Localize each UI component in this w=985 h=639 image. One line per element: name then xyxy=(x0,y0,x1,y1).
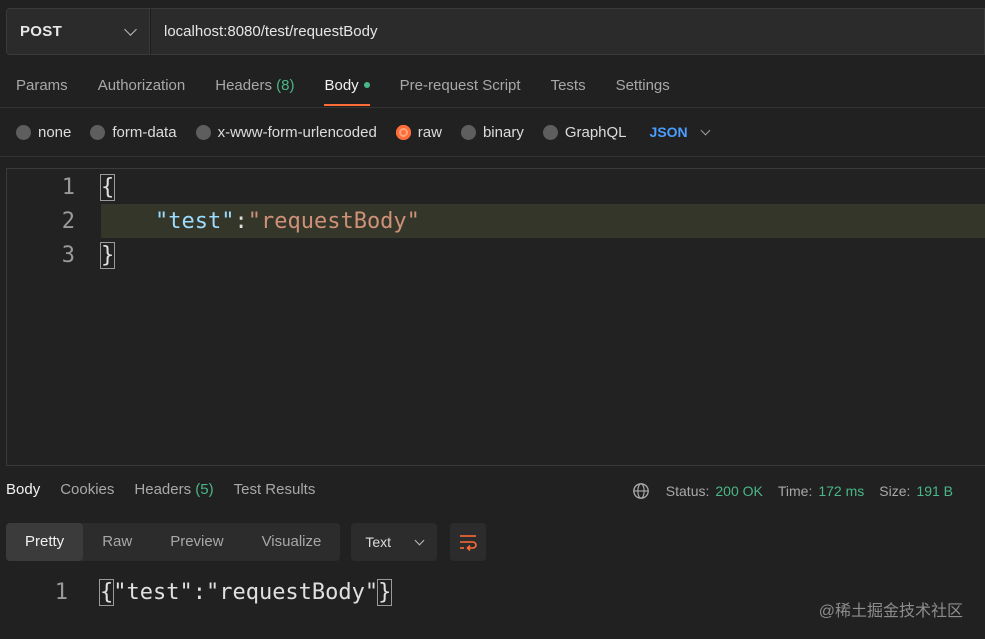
url-input[interactable]: localhost:8080/test/requestBody xyxy=(150,8,985,55)
tab-label: Test Results xyxy=(233,481,316,498)
response-status: Status: 200 OK Time: 172 ms Size: 191 B xyxy=(632,482,953,500)
radio-label: x-www-form-urlencoded xyxy=(217,123,377,141)
radio-binary[interactable]: binary xyxy=(460,123,524,141)
tab-count: (8) xyxy=(276,77,295,94)
tab-body[interactable]: Body xyxy=(324,74,370,106)
chevron-down-icon xyxy=(124,22,137,36)
response-code-text: {"test":"requestBody"} xyxy=(98,578,393,606)
tab-label: Headers xyxy=(215,77,272,94)
watermark: @稀土掘金技术社区 xyxy=(818,603,963,620)
response-view-bar: Pretty Raw Preview Visualize Text xyxy=(6,523,487,561)
code-line: 1 { xyxy=(7,170,985,204)
json-value: "requestBody" xyxy=(247,208,420,234)
tab-label: Tests xyxy=(550,77,586,94)
tab-label: Headers xyxy=(134,481,192,498)
size-label: Size: xyxy=(879,483,911,499)
tab-response-body[interactable]: Body xyxy=(6,481,40,498)
request-tabs: Params Authorization Headers (8) Body Pr… xyxy=(16,74,700,108)
code-text: } xyxy=(99,241,116,269)
json-content: "test":"requestBody" xyxy=(113,579,379,605)
radio-label: GraphQL xyxy=(564,123,627,141)
response-tabs: Body Cookies Headers (5) Test Results xyxy=(6,481,335,498)
globe-icon[interactable] xyxy=(632,482,650,500)
radio-icon xyxy=(542,124,558,140)
tab-label: Params xyxy=(16,77,68,94)
line-number: 2 xyxy=(61,208,75,234)
method-label: POST xyxy=(20,23,63,40)
wrap-lines-icon xyxy=(460,535,478,551)
radio-icon xyxy=(195,124,211,140)
radio-form-data[interactable]: form-data xyxy=(90,123,177,141)
time-value[interactable]: 172 ms xyxy=(818,483,864,499)
request-bar: POST localhost:8080/test/requestBody xyxy=(6,8,985,55)
chevron-down-icon xyxy=(414,535,425,545)
radio-urlencoded[interactable]: x-www-form-urlencoded xyxy=(195,123,377,141)
radio-graphql[interactable]: GraphQL xyxy=(542,123,627,141)
tab-label: Authorization xyxy=(97,77,186,94)
line-number: 3 xyxy=(61,242,75,268)
line-number: 1 xyxy=(54,579,68,605)
radio-label: binary xyxy=(482,123,524,141)
tab-label: Body xyxy=(324,77,359,94)
tab-tests[interactable]: Tests xyxy=(551,74,586,106)
tab-label: Settings xyxy=(615,77,670,94)
tab-label: Pre-request Script xyxy=(399,77,521,94)
view-raw-button[interactable]: Raw xyxy=(83,523,151,561)
radio-none[interactable]: none xyxy=(16,124,71,141)
tab-label: Cookies xyxy=(60,481,115,498)
language-select[interactable]: JSON xyxy=(649,124,711,140)
time-label: Time: xyxy=(777,483,813,499)
code-line: 2 "test":"requestBody" xyxy=(7,204,985,238)
tab-cookies[interactable]: Cookies xyxy=(60,481,114,498)
view-preview-button[interactable]: Preview xyxy=(151,523,242,561)
radio-selected-icon xyxy=(395,124,411,140)
json-brace: { xyxy=(98,578,115,606)
tab-label: Body xyxy=(6,481,41,498)
status-label: Status: xyxy=(665,483,710,499)
line-number: 1 xyxy=(61,174,75,200)
radio-icon xyxy=(16,124,31,140)
json-colon: : xyxy=(234,208,248,234)
format-label: Text xyxy=(365,534,392,550)
tab-count: (5) xyxy=(195,481,214,498)
json-key: "test" xyxy=(155,208,235,234)
size-value[interactable]: 191 B xyxy=(916,483,953,499)
status-code[interactable]: 200 OK xyxy=(715,483,762,499)
format-select[interactable]: Text xyxy=(351,523,438,561)
wrap-lines-button[interactable] xyxy=(450,523,487,561)
radio-label: raw xyxy=(417,123,442,141)
language-label: JSON xyxy=(649,124,688,140)
radio-icon xyxy=(460,124,476,140)
code-text: { xyxy=(99,173,116,201)
modified-dot-icon xyxy=(363,81,370,88)
tab-response-headers[interactable]: Headers (5) xyxy=(134,481,213,498)
view-visualize-button[interactable]: Visualize xyxy=(243,523,341,561)
radio-label: none xyxy=(38,123,72,141)
radio-label: form-data xyxy=(112,123,177,141)
request-body-editor[interactable]: 1 { 2 "test":"requestBody" 3 } xyxy=(6,168,985,466)
divider xyxy=(0,107,985,108)
chevron-down-icon xyxy=(700,125,711,135)
tab-pre-request-script[interactable]: Pre-request Script xyxy=(400,74,521,106)
divider xyxy=(0,156,985,157)
tab-headers[interactable]: Headers (8) xyxy=(215,74,294,106)
radio-raw[interactable]: raw xyxy=(395,123,442,141)
code-text: "test":"requestBody" xyxy=(155,209,420,234)
json-brace: } xyxy=(377,578,393,606)
body-type-options: none form-data x-www-form-urlencoded raw… xyxy=(16,120,711,144)
tab-test-results[interactable]: Test Results xyxy=(234,481,316,498)
method-select[interactable]: POST xyxy=(6,8,150,55)
tab-params[interactable]: Params xyxy=(16,74,68,106)
view-pretty-button[interactable]: Pretty xyxy=(6,523,84,561)
view-mode-group: Pretty Raw Preview Visualize xyxy=(6,523,341,561)
code-line: 3 } xyxy=(7,238,985,272)
tab-authorization[interactable]: Authorization xyxy=(98,74,186,106)
radio-icon xyxy=(90,124,106,140)
tab-settings[interactable]: Settings xyxy=(616,74,670,106)
